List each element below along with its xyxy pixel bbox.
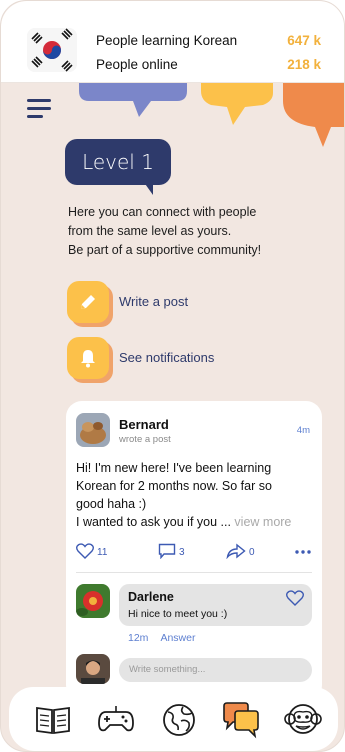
gamepad-icon[interactable] xyxy=(96,699,136,739)
avatar[interactable] xyxy=(76,413,110,447)
intro-line: Be part of a supportive community! xyxy=(68,243,262,257)
online-value: 218 k xyxy=(287,57,321,72)
share-icon xyxy=(226,543,246,559)
intro-text: Here you can connect with people from th… xyxy=(68,203,328,260)
learning-label: People learning Korean xyxy=(96,33,238,48)
heart-icon xyxy=(76,543,94,559)
post-author[interactable]: Bernard xyxy=(119,417,169,432)
level-badge-tail xyxy=(143,181,153,195)
post-body: Hi! I'm new here! I've been learning Kor… xyxy=(76,459,312,531)
share-button[interactable]: 0 xyxy=(226,543,266,563)
more-options-icon[interactable] xyxy=(294,543,312,563)
notifications-label: See notifications xyxy=(119,350,215,365)
online-label: People online xyxy=(96,57,178,72)
like-count: 11 xyxy=(97,547,108,558)
divider xyxy=(76,572,312,573)
monkey-icon[interactable] xyxy=(283,699,323,739)
post-reactions: 11 3 0 xyxy=(76,543,312,563)
stats-header: People learning Korean 647 k People onli… xyxy=(1,1,344,83)
post-line: good haha :) xyxy=(76,497,147,511)
write-post-label: Write a post xyxy=(119,294,189,309)
post-subtitle: wrote a post xyxy=(119,434,171,445)
like-button[interactable]: 11 xyxy=(76,543,116,563)
app-screen: People learning Korean 647 k People onli… xyxy=(0,0,345,752)
comment-bubble: Darlene Hi nice to meet you :) xyxy=(119,584,312,626)
learning-value: 647 k xyxy=(287,33,321,48)
bell-icon xyxy=(67,337,109,379)
comment-meta: 12m Answer xyxy=(128,632,195,644)
globe-icon[interactable] xyxy=(159,699,199,739)
post-line: I wanted to ask you if you ... view more xyxy=(76,513,312,531)
comment-author[interactable]: Darlene xyxy=(128,590,174,604)
comment-text: Hi nice to meet you :) xyxy=(128,608,228,620)
comment-icon xyxy=(158,543,176,559)
level-badge: Level 1 xyxy=(65,139,171,185)
book-icon[interactable] xyxy=(33,699,73,739)
comment-count: 3 xyxy=(179,547,185,558)
intro-line: Here you can connect with people xyxy=(68,205,257,219)
learning-stat: People learning Korean 647 k xyxy=(96,33,326,53)
pencil-icon xyxy=(67,281,109,323)
korea-flag-icon xyxy=(27,28,77,72)
post-card: Bernard wrote a post 4m Hi! I'm new here… xyxy=(66,401,322,701)
avatar xyxy=(76,654,110,684)
post-line: Korean for 2 months now. So far so xyxy=(76,479,272,493)
chat-icon[interactable] xyxy=(221,699,261,739)
avatar[interactable] xyxy=(76,584,110,618)
menu-icon[interactable] xyxy=(27,99,53,121)
reply-input[interactable]: Write something... xyxy=(119,658,312,682)
write-post-button[interactable]: Write a post xyxy=(67,281,317,325)
post-line: Hi! I'm new here! I've been learning xyxy=(76,461,272,475)
comment-time: 12m xyxy=(128,632,149,644)
comment-button[interactable]: 3 xyxy=(158,543,198,563)
notifications-button[interactable]: See notifications xyxy=(67,337,317,381)
bottom-nav xyxy=(9,687,338,751)
post-line-text: I wanted to ask you if you ... xyxy=(76,515,235,529)
share-count: 0 xyxy=(249,547,255,558)
heart-icon[interactable] xyxy=(286,590,304,606)
view-more-link[interactable]: view more xyxy=(234,515,291,529)
intro-line: from the same level as yours. xyxy=(68,224,232,238)
answer-link[interactable]: Answer xyxy=(160,632,195,644)
post-time: 4m xyxy=(296,425,310,436)
online-stat: People online 218 k xyxy=(96,57,326,77)
